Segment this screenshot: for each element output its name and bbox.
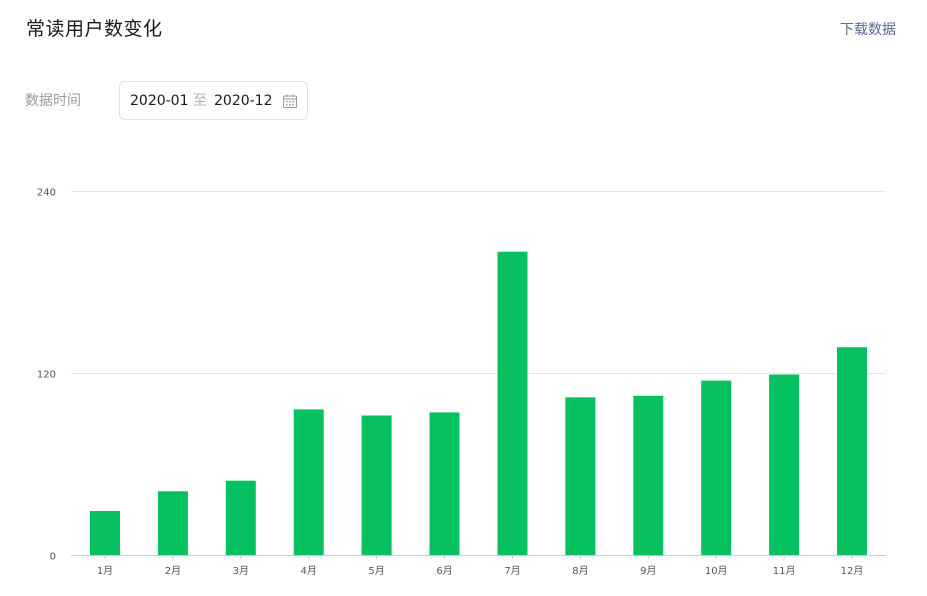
chart-svg: 0 120 240 1月 2月 3月 4月 5月 6月 7月 8月 9月 10月 11月 12月 (37, 188, 886, 577)
date-end-value[interactable]: 2020-12 (214, 92, 273, 110)
bar (701, 380, 732, 555)
page-title: 常读用户数变化 (26, 18, 163, 40)
x-tick-label: 7月 (504, 565, 520, 577)
y-tick-label: 0 (50, 552, 56, 563)
bar (497, 251, 528, 555)
x-tick-label: 3月 (233, 565, 249, 577)
x-tick-label: 12月 (841, 565, 864, 577)
x-tick-label: 4月 (301, 565, 317, 577)
y-tick-label: 240 (37, 188, 56, 199)
bar (293, 409, 324, 555)
date-range-separator: 至 (193, 93, 207, 109)
date-filter-label: 数据时间 (25, 93, 81, 109)
date-range-picker[interactable]: 2020-01 至 2020-12 (119, 81, 308, 120)
x-tick-label: 5月 (368, 565, 384, 577)
download-data-link[interactable]: 下载数据 (840, 20, 896, 40)
bar (225, 480, 256, 555)
bar (565, 397, 596, 555)
y-tick-label: 120 (37, 370, 56, 381)
x-tick-label: 11月 (773, 565, 796, 577)
calendar-icon[interactable] (282, 93, 298, 109)
bar (769, 374, 800, 555)
bar (361, 415, 392, 555)
x-tick-label: 8月 (572, 565, 588, 577)
date-start-value[interactable]: 2020-01 (130, 92, 189, 110)
x-tick-label: 9月 (640, 565, 656, 577)
bar (837, 347, 867, 555)
x-tick-label: 6月 (436, 565, 452, 577)
bar (157, 491, 188, 555)
x-tick-label: 10月 (705, 565, 728, 577)
user-count-bar-chart: 0 120 240 1月 2月 3月 4月 5月 6月 7月 8月 9月 10月 11月 12月 (0, 150, 927, 596)
x-tick-label: 2月 (165, 565, 181, 577)
bar (90, 511, 120, 555)
bar (633, 395, 664, 556)
bar (429, 412, 460, 555)
x-tick-label: 1月 (97, 565, 113, 577)
